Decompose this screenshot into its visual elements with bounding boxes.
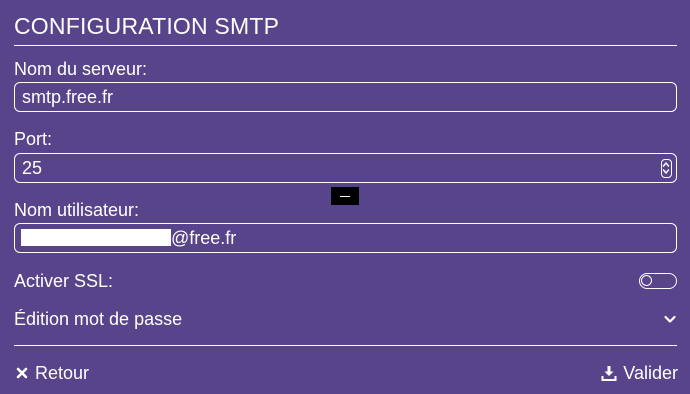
username-input[interactable]: @free.fr (14, 223, 677, 253)
server-input[interactable]: smtp.free.fr (14, 82, 677, 112)
back-button-label: Retour (35, 363, 90, 383)
ssl-label: Activer SSL: (14, 271, 114, 291)
password-edit-label[interactable]: Édition mot de passe (14, 308, 182, 330)
port-input[interactable]: 25 (14, 153, 677, 183)
validate-button[interactable]: Valider (601, 362, 678, 384)
username-label: Nom utilisateur: (14, 200, 140, 220)
server-label: Nom du serveur: (14, 59, 148, 79)
back-button[interactable]: Retour (15, 362, 89, 384)
port-value: 25 (22, 158, 43, 178)
toggle-knob (641, 275, 652, 286)
redacted-username (21, 229, 171, 246)
validate-button-label: Valider (623, 363, 678, 383)
username-domain: @free.fr (171, 228, 237, 248)
close-x-icon (15, 366, 29, 380)
download-icon (601, 365, 617, 381)
port-label: Port: (14, 129, 53, 149)
number-stepper-icon[interactable] (661, 159, 672, 178)
server-value: smtp.free.fr (22, 87, 114, 107)
footer-divider (14, 345, 677, 346)
page-title: CONFIGURATION SMTP (14, 13, 280, 39)
chevron-down-icon[interactable] (663, 312, 677, 330)
header-divider (14, 45, 677, 46)
ssl-toggle[interactable] (639, 273, 677, 289)
tooltip-box (331, 187, 359, 205)
